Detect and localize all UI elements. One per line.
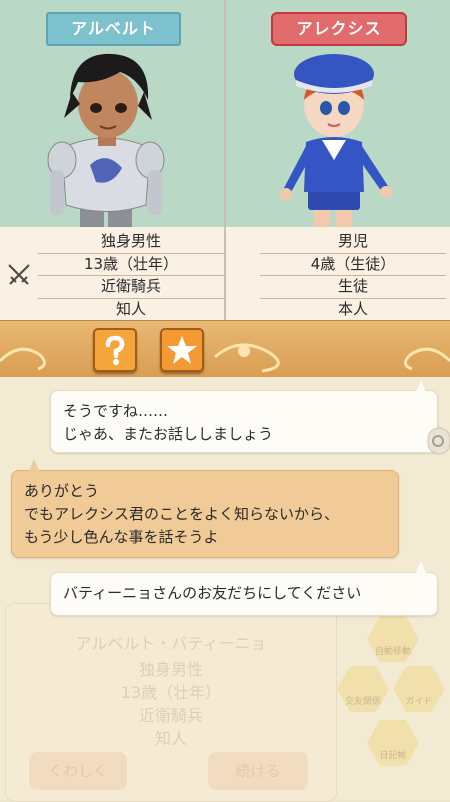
continue-button[interactable]: 続ける [208,752,308,790]
guide-label: ガイド [405,697,433,707]
friendships-label: 交友関係 [344,697,381,707]
friendships-menu-item[interactable]: 交友関係 [337,666,389,712]
favorite-button[interactable] [160,328,204,372]
left-portrait: アルベルト [0,0,224,227]
right-info-job: 生徒 [260,276,446,299]
diary-menu-item[interactable]: 日記帳 [367,720,419,766]
bg-card-info-relation: 知人 [154,729,187,748]
message-1-tail [416,380,426,392]
left-character-name: アルベルト [46,12,181,46]
message-2-line-1: ありがとう [24,482,100,500]
message-3-line-1: バティーニョさんのお友だちにしてください [63,584,362,602]
bg-card-name: アルベルト・バティーニョ [75,634,267,653]
message-2-tail [29,459,39,471]
left-info-age: 13歳（壮年） [38,254,224,276]
message-1-line-1: そうですね…… [63,402,169,420]
message-bubble-3: バティーニョさんのお友だちにしてください [50,572,438,616]
diary-label: 日記帳 [379,751,407,761]
help-button[interactable] [93,328,137,372]
message-2-line-2: でもアレクシス君のことをよく知らないから、 [24,505,340,523]
message-bubble-1: そうですね…… じゃあ、またお話ししましょう [50,390,438,453]
portrait-divider [224,0,226,320]
right-portrait: アレクシス [226,0,450,227]
bg-card-info-age: 13歳（壮年） [120,683,222,702]
bg-card-info-job: 近衛騎兵 [138,706,203,725]
crossed-swords-icon [8,264,30,285]
auto-move-label: 自動移動 [374,647,411,657]
left-info-relation: 知人 [38,299,224,321]
ornament-scroll-decoration [0,343,450,373]
ornament-toolbar [0,320,450,379]
message-3-tail [416,561,426,573]
details-button[interactable]: くわしく [29,752,127,790]
side-handle-icon[interactable] [426,426,450,456]
left-info-job: 近衛騎兵 [38,276,224,299]
star-icon [167,336,197,364]
bg-card-info-status: 独身男性 [138,660,203,679]
side-menu: 自動移動 交友関係 ガイド 日記帳 [337,604,450,800]
question-mark-icon [105,335,125,365]
right-info-age: 4歳（生徒） [260,254,446,276]
left-character-info: 独身男性 13歳（壮年） 近衛騎兵 知人 [38,231,224,321]
message-bubble-2: ありがとう でもアレクシス君のことをよく知らないから、 もう少し色んな事を話そう… [11,470,399,558]
right-character-info: 男児 4歳（生徒） 生徒 本人 [260,231,446,321]
right-info-status: 男児 [260,231,446,254]
right-character-name: アレクシス [271,12,407,46]
guide-menu-item[interactable]: ガイド [393,666,445,712]
auto-move-menu-item[interactable]: 自動移動 [367,616,419,662]
message-2-line-3: もう少し色んな事を話そうよ [24,528,219,546]
right-info-relation: 本人 [260,299,446,321]
left-info-status: 独身男性 [38,231,224,254]
message-1-line-2: じゃあ、またお話ししましょう [63,425,274,443]
